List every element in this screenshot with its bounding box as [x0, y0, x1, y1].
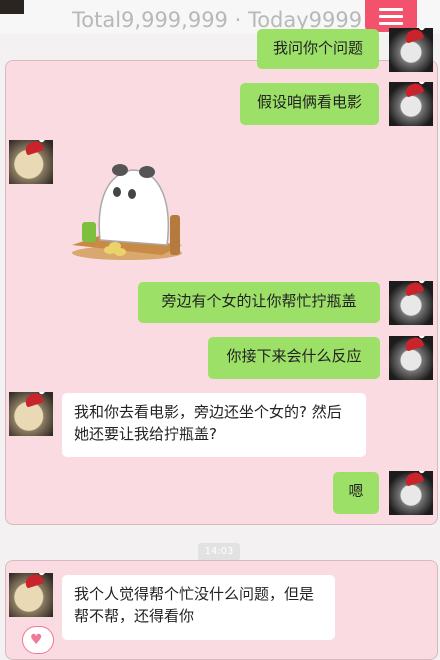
avatar[interactable]	[9, 392, 53, 436]
message-bubble-sent: 你接下来会什么反应	[208, 337, 380, 379]
message-bubble-sent: 嗯	[333, 472, 379, 514]
panda-sticker	[62, 150, 192, 270]
timestamp: 14:03	[198, 543, 240, 561]
avatar[interactable]	[389, 336, 433, 380]
message-bubble-sent: 我问你个问题	[257, 29, 379, 69]
avatar	[0, 0, 24, 14]
avatar[interactable]	[9, 140, 53, 184]
heart-icon: ♥	[30, 632, 43, 648]
panda-sticker-image	[72, 164, 182, 260]
message-bubble-received: 我和你去看电影，旁边还坐个女的? 然后她还要让我给拧瓶盖?	[62, 393, 366, 457]
message-bubble-sent: 旁边有个女的让你帮忙拧瓶盖	[138, 282, 380, 323]
avatar[interactable]	[389, 281, 433, 325]
avatar[interactable]	[389, 28, 433, 72]
avatar[interactable]	[389, 471, 433, 515]
heart-button[interactable]: ♥	[22, 626, 54, 654]
message-bubble-sent: 假设咱俩看电影	[240, 83, 379, 125]
message-bubble-received: 我个人觉得帮个忙没什么问题，但是帮不帮，还得看你	[62, 575, 335, 640]
avatar[interactable]	[9, 573, 53, 617]
menu-icon	[379, 8, 403, 11]
avatar[interactable]	[389, 82, 433, 126]
